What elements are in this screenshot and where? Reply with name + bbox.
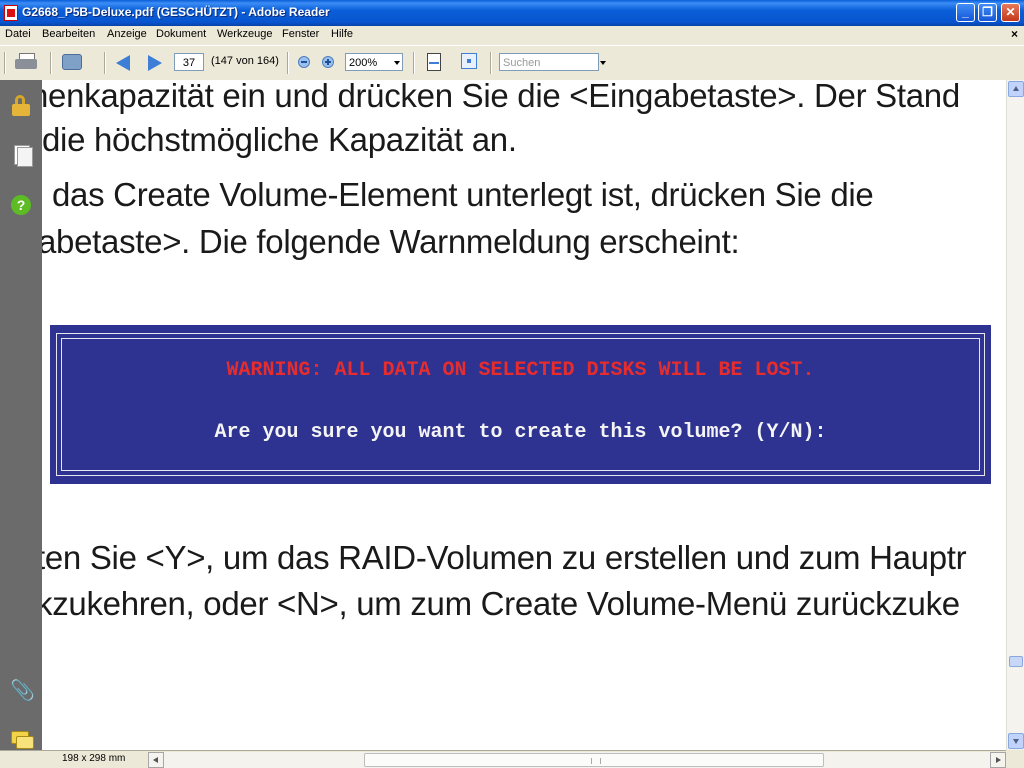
maximize-button[interactable]: ❐ xyxy=(978,3,997,22)
adobe-pdf-icon xyxy=(4,5,18,21)
chevron-down-icon xyxy=(394,61,400,65)
select-tool-button[interactable] xyxy=(60,51,92,73)
document-text-line: das Create Volume-Element unterlegt ist,… xyxy=(52,176,874,213)
toolbar-separator xyxy=(413,52,415,74)
title-bar: G2668_P5B-Deluxe.pdf (GESCHÜTZT) - Adobe… xyxy=(0,0,1024,26)
toolbar-separator xyxy=(50,52,52,74)
minimize-button[interactable]: _ xyxy=(956,3,975,22)
document-text-line: henkapazität ein und drücken Sie die <Ei… xyxy=(42,80,960,114)
menu-hilfe[interactable]: Hilfe xyxy=(331,28,353,40)
menu-datei[interactable]: Datei xyxy=(5,28,31,40)
page-count-label: (147 von 164) xyxy=(211,55,279,67)
menu-werkzeuge[interactable]: Werkzeuge xyxy=(217,28,272,40)
fit-width-button[interactable] xyxy=(424,51,444,73)
warning-message: WARNING: ALL DATA ON SELECTED DISKS WILL… xyxy=(226,359,815,382)
menu-anzeige[interactable]: Anzeige xyxy=(107,28,147,40)
document-text-line: abetaste>. Die folgende Warnmeldung ersc… xyxy=(42,223,740,260)
hand-tool-icon xyxy=(62,54,82,70)
next-page-button[interactable] xyxy=(143,51,165,73)
pages-icon[interactable] xyxy=(10,144,33,167)
close-button[interactable]: ✕ xyxy=(1001,3,1020,22)
scroll-right-button[interactable] xyxy=(990,752,1006,768)
vertical-scroll-thumb[interactable] xyxy=(1009,656,1023,667)
print-button[interactable] xyxy=(14,51,38,73)
page-size-label: 198 x 298 mm xyxy=(62,753,126,764)
grip-icon xyxy=(591,758,601,764)
zoom-value: 200% xyxy=(349,57,378,69)
zoom-out-button[interactable] xyxy=(298,56,310,68)
comments-icon[interactable] xyxy=(10,728,34,750)
window-title: G2668_P5B-Deluxe.pdf (GESCHÜTZT) - Adobe… xyxy=(22,5,330,19)
menu-bar: Datei Bearbeiten Anzeige Dokument Werkze… xyxy=(0,26,1024,44)
menu-fenster[interactable]: Fenster xyxy=(282,28,319,40)
search-options-dropdown[interactable] xyxy=(600,61,606,65)
scroll-left-button[interactable] xyxy=(148,752,164,768)
scroll-up-button[interactable] xyxy=(1008,81,1024,97)
toolbar-separator xyxy=(287,52,289,74)
document-text-line: ten Sie <Y>, um das RAID-Volumen zu erst… xyxy=(42,539,967,576)
vertical-scrollbar[interactable] xyxy=(1006,80,1024,750)
horizontal-scrollbar[interactable] xyxy=(148,752,1006,768)
search-input[interactable]: Suchen xyxy=(499,53,599,71)
document-text-line: kzukehren, oder <N>, um zum Create Volum… xyxy=(42,585,960,622)
arrow-right-icon xyxy=(148,55,162,71)
menu-bearbeiten[interactable]: Bearbeiten xyxy=(42,28,95,40)
document-view[interactable]: henkapazität ein und drücken Sie die <Ei… xyxy=(42,80,1006,750)
toolbar-separator xyxy=(490,52,492,74)
zoom-in-button[interactable] xyxy=(322,56,334,68)
scrollbar-corner xyxy=(1006,750,1024,768)
menu-dokument[interactable]: Dokument xyxy=(156,28,206,40)
close-document-button[interactable]: × xyxy=(1011,27,1018,41)
warning-dialog-image: WARNING: ALL DATA ON SELECTED DISKS WILL… xyxy=(50,325,991,484)
attachment-icon[interactable]: 📎 xyxy=(10,680,35,702)
document-text-line: die höchstmögliche Kapazität an. xyxy=(42,121,517,158)
fit-width-icon xyxy=(427,53,441,71)
status-bar: 198 x 298 mm xyxy=(0,750,1024,768)
fit-page-button[interactable] xyxy=(459,51,479,73)
toolbar-separator xyxy=(4,52,6,74)
arrow-left-icon xyxy=(116,55,130,71)
fit-page-icon xyxy=(461,53,477,69)
horizontal-scroll-thumb[interactable] xyxy=(364,753,824,767)
zoom-select[interactable]: 200% xyxy=(345,53,403,71)
lock-icon[interactable] xyxy=(10,95,32,117)
toolbar-separator xyxy=(104,52,106,74)
previous-page-button[interactable] xyxy=(113,51,135,73)
confirmation-question: Are you sure you want to create this vol… xyxy=(214,421,827,444)
help-icon[interactable]: ? xyxy=(10,194,32,216)
toolbar: 37 (147 von 164) 200% Suchen xyxy=(0,45,1024,81)
navigation-panel: ? 📎 xyxy=(0,80,42,750)
page-number-input[interactable]: 37 xyxy=(174,53,204,71)
scroll-down-button[interactable] xyxy=(1008,733,1024,749)
